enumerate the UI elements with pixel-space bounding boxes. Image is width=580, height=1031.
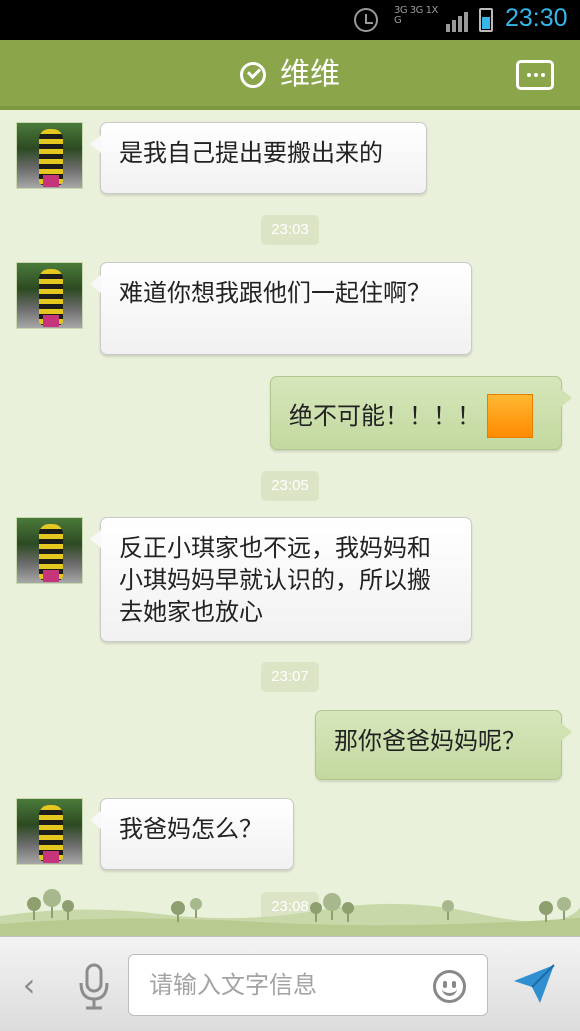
status-time: 23:30	[505, 4, 568, 32]
received-message[interactable]: 难道你想我跟他们一起住啊？	[90, 262, 472, 355]
dot	[527, 73, 531, 77]
message-text: 是我自己提出要搬出来的	[119, 139, 383, 167]
send-icon[interactable]	[510, 959, 560, 1009]
sent-message[interactable]: 绝不可能！！！！	[270, 376, 572, 450]
contact-avatar[interactable]	[16, 122, 83, 189]
message-timestamp: 23:05	[261, 471, 319, 501]
status-bar: 3G 3G 1X G 23:30	[0, 0, 580, 40]
orange-square-emoji-icon	[487, 394, 533, 438]
chat-header: 维维	[0, 40, 580, 110]
received-message[interactable]: 我爸妈怎么？	[90, 798, 294, 870]
received-message[interactable]: 反正小琪家也不远，我妈妈和小琪妈妈早就认识的，所以搬去她家也放心	[90, 517, 472, 642]
network-indicator: 3G 3G 1X G	[394, 5, 438, 26]
more-menu-button[interactable]	[516, 60, 554, 90]
smiley-icon[interactable]	[433, 970, 466, 1003]
message-text: 绝不可能！！！！	[289, 402, 481, 430]
landscape-decoration	[0, 889, 580, 936]
contact-avatar[interactable]	[16, 798, 83, 865]
microphone-icon[interactable]	[78, 963, 110, 1011]
message-text: 那你爸爸妈妈呢？	[334, 727, 526, 755]
contact-avatar[interactable]	[16, 517, 83, 584]
header-title-wrap: 维维	[0, 40, 580, 110]
input-bar: ‹	[0, 936, 580, 1031]
contact-name: 维维	[280, 57, 340, 92]
contact-avatar[interactable]	[16, 262, 83, 329]
chat-area[interactable]: 是我自己提出要搬出来的 23:03 难道你想我跟他们一起住啊？ 绝不可能！！！！…	[0, 114, 580, 936]
check-circle-icon	[240, 62, 266, 88]
message-text: 我爸妈怎么？	[119, 815, 263, 843]
message-timestamp: 23:07	[261, 662, 319, 692]
chevron-left-icon[interactable]: ‹	[18, 967, 40, 1003]
battery-icon	[479, 8, 493, 32]
message-text: 难道你想我跟他们一起住啊？	[119, 279, 431, 307]
message-timestamp: 23:03	[261, 215, 319, 245]
dot	[541, 73, 545, 77]
signal-strength-icon	[446, 10, 470, 32]
sent-message[interactable]: 那你爸爸妈妈呢？	[315, 710, 572, 780]
alarm-clock-icon	[354, 8, 378, 32]
dot	[534, 73, 538, 77]
message-text: 反正小琪家也不远，我妈妈和小琪妈妈早就认识的，所以搬去她家也放心	[119, 534, 431, 626]
received-message[interactable]: 是我自己提出要搬出来的	[90, 122, 427, 194]
